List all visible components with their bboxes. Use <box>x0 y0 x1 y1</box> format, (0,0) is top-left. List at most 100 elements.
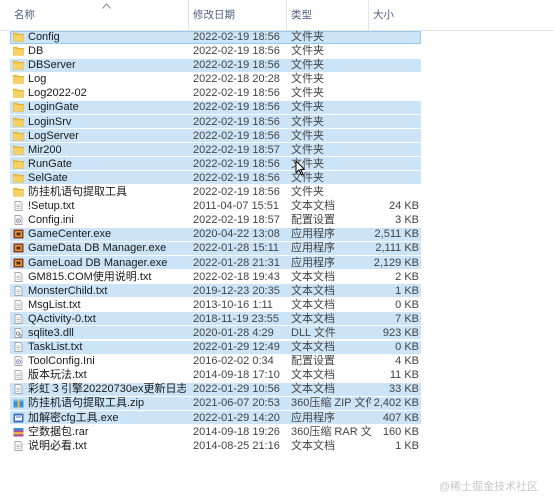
file-row[interactable]: 说明必看.txt 2014-08-25 21:16 文本文档 1 KB <box>0 439 554 453</box>
file-size: 407 KB <box>382 411 419 424</box>
file-row[interactable]: MonsterChild.txt 2019-12-23 20:35 文本文档 1 KB <box>0 284 554 298</box>
file-date: 2013-10-16 1:11 <box>193 298 273 311</box>
file-size: 33 KB <box>389 383 419 396</box>
file-date: 2022-02-19 18:56 <box>193 171 280 184</box>
text-file-icon <box>13 299 24 310</box>
file-row[interactable]: MsgList.txt 2013-10-16 1:11 文本文档 0 KB <box>0 298 554 312</box>
file-row[interactable]: DB 2022-02-19 18:56 文件夹 <box>0 44 554 58</box>
file-name: LoginGate <box>28 101 79 114</box>
file-row[interactable]: GameCenter.exe 2020-04-22 13:08 应用程序 2,511 … <box>0 227 554 241</box>
file-name: 说明必看.txt <box>28 439 87 452</box>
column-header-size[interactable]: 大小 <box>368 0 422 30</box>
file-row[interactable]: Config.ini 2022-02-19 18:57 配置设置 3 KB <box>0 213 554 227</box>
file-icon-cell <box>13 185 25 199</box>
file-size: 2,511 KB <box>374 228 419 241</box>
file-row[interactable]: 加解密cfg工具.exe 2022-01-29 14:20 应用程序 407 KB <box>0 411 554 425</box>
file-icon-cell <box>13 86 25 100</box>
file-row[interactable]: 防挂机语句提取工具 2022-02-19 18:56 文件夹 <box>0 185 554 199</box>
file-row[interactable]: GM815.COM使用说明.txt 2022-02-18 19:43 文本文档 2 K… <box>0 270 554 284</box>
file-name: GameData DB Manager.exe <box>28 242 167 255</box>
file-row[interactable]: TaskList.txt 2022-01-29 12:49 文本文档 0 KB <box>0 340 554 354</box>
text-file-icon <box>13 201 24 211</box>
file-name: 防挂机语句提取工具.zip <box>28 397 145 410</box>
text-file-icon <box>13 342 24 352</box>
file-icon-cell <box>13 396 25 410</box>
file-name: TaskList.txt <box>28 341 83 354</box>
file-date: 2014-09-18 17:10 <box>193 369 280 382</box>
file-type: 文件夹 <box>291 59 324 72</box>
file-row[interactable]: sqlite3.dll 2020-01-28 4:29 DLL 文件 923 KB <box>0 326 554 340</box>
file-type: 应用程序 <box>291 411 335 424</box>
file-row[interactable]: DBServer 2022-02-19 18:56 文件夹 <box>0 58 554 72</box>
file-icon-cell <box>13 340 25 354</box>
file-row[interactable]: Mir200 2022-02-19 18:57 文件夹 <box>0 143 554 157</box>
column-header-size-label: 大小 <box>373 9 394 21</box>
file-icon-cell <box>13 284 25 298</box>
file-size: 1 KB <box>395 439 419 452</box>
file-name: LoginSrv <box>28 115 72 128</box>
file-name: sqlite3.dll <box>28 326 74 339</box>
file-date: 2022-02-19 18:56 <box>193 129 280 142</box>
file-date: 2014-08-25 21:16 <box>193 439 280 452</box>
folder-icon <box>13 117 24 127</box>
file-row[interactable]: Log 2022-02-18 20:28 文件夹 <box>0 72 554 86</box>
file-date: 2021-06-07 20:53 <box>193 397 280 410</box>
file-row[interactable]: LoginGate 2022-02-19 18:56 文件夹 <box>0 100 554 114</box>
app-icon <box>13 229 24 239</box>
file-row[interactable]: 防挂机语句提取工具.zip 2021-06-07 20:53 360压缩 ZIP 文… <box>0 396 554 410</box>
file-size <box>372 86 419 100</box>
file-row[interactable]: GameData DB Manager.exe 2022-01-28 15:11 应… <box>0 241 554 255</box>
file-row[interactable]: RunGate 2022-02-19 18:56 文件夹 <box>0 157 554 171</box>
file-type: 文件夹 <box>291 115 324 128</box>
file-row[interactable]: 空数据包.rar 2014-09-18 19:26 360压缩 RAR 文件 160 … <box>0 425 554 439</box>
file-row[interactable]: LogServer 2022-02-19 18:56 文件夹 <box>0 129 554 143</box>
file-row[interactable]: LoginSrv 2022-02-19 18:56 文件夹 <box>0 115 554 129</box>
text-file-icon <box>13 285 24 296</box>
file-icon-cell <box>13 100 25 114</box>
file-size <box>372 58 419 72</box>
column-header-date[interactable]: 修改日期 <box>188 0 286 30</box>
mouse-cursor-icon <box>295 160 305 176</box>
file-icon-cell <box>13 368 25 382</box>
dll-file-icon <box>13 328 24 338</box>
file-row[interactable]: 版本玩法.txt 2014-09-18 17:10 文本文档 11 KB <box>0 368 554 382</box>
folder-icon <box>13 187 24 197</box>
file-icon-cell <box>13 439 25 453</box>
column-header-name[interactable]: 名称 <box>10 0 188 30</box>
file-date: 2022-01-28 15:11 <box>193 242 280 255</box>
file-row[interactable]: GameLoad DB Manager.exe 2022-01-28 21:31 应… <box>0 256 554 270</box>
column-header-type-label: 类型 <box>291 9 312 21</box>
file-icon-cell <box>13 44 25 58</box>
file-icon-cell <box>13 115 25 129</box>
file-type: 文件夹 <box>291 101 324 114</box>
file-type: 文件夹 <box>291 129 324 142</box>
file-name: DBServer <box>28 59 76 72</box>
file-row[interactable]: QActivity-0.txt 2018-11-19 23:55 文本文档 7 KB <box>0 312 554 326</box>
file-size: 24 KB <box>389 200 419 213</box>
file-row[interactable]: !Setup.txt 2011-04-07 15:51 文本文档 24 KB <box>0 199 554 213</box>
folder-icon <box>13 131 24 141</box>
folder-icon <box>13 46 24 56</box>
file-row[interactable]: SelGate 2022-02-19 18:56 文件夹 <box>0 171 554 185</box>
file-row[interactable]: Log2022-02 2022-02-19 18:56 文件夹 <box>0 86 554 100</box>
file-row[interactable]: ToolConfig.Ini 2016-02-02 0:34 配置设置 4 KB <box>0 354 554 368</box>
file-size: 2,129 KB <box>373 256 419 269</box>
file-type: 文本文档 <box>291 312 335 325</box>
file-row[interactable]: Config 2022-02-19 18:56 文件夹 <box>0 30 554 44</box>
column-header-type[interactable]: 类型 <box>286 0 368 30</box>
folder-icon <box>13 102 24 113</box>
file-date: 2016-02-02 0:34 <box>193 355 274 368</box>
file-row[interactable]: 彩虹３引擎20220730ex更新日志.txt 2022-01-29 10:56 文… <box>0 382 554 396</box>
file-date: 2011-04-07 15:51 <box>193 200 280 213</box>
file-icon-cell <box>13 354 25 368</box>
text-file-icon <box>13 384 24 395</box>
file-icon-cell <box>13 411 25 425</box>
file-type: DLL 文件 <box>291 326 336 339</box>
ini-file-icon <box>13 356 24 367</box>
file-size: 160 KB <box>382 425 419 438</box>
file-type: 配置设置 <box>291 214 335 227</box>
file-date: 2020-04-22 13:08 <box>193 228 280 241</box>
zip-archive-icon <box>13 398 24 408</box>
folder-icon <box>13 60 24 70</box>
file-type: 360压缩 ZIP 文件 <box>291 397 371 410</box>
